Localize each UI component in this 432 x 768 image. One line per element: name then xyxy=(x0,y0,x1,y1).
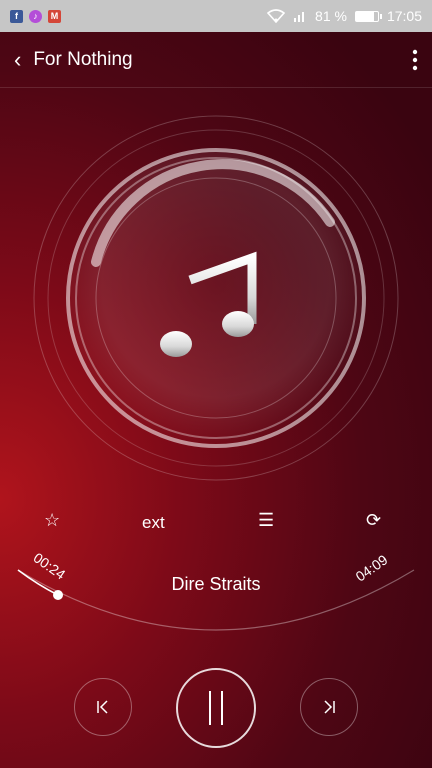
signal-icon xyxy=(294,12,305,22)
artist-name: Dire Straits xyxy=(171,574,261,594)
album-art xyxy=(30,112,402,484)
gmail-icon: M xyxy=(48,9,61,23)
status-indicators: 81 % 17:05 xyxy=(267,8,422,24)
notification-icons: f ♪ M xyxy=(10,9,61,23)
music-icon: ♪ xyxy=(29,9,42,23)
repeat-icon[interactable]: ⟳ xyxy=(366,510,381,531)
next-button[interactable] xyxy=(300,678,358,736)
back-arrow-icon[interactable]: ‹ xyxy=(14,47,21,73)
playlist-icon[interactable]: ☰ xyxy=(258,510,274,531)
lyrics-text-button[interactable]: ext xyxy=(142,513,165,533)
facebook-icon: f xyxy=(10,9,23,23)
favorite-star-icon[interactable]: ☆ xyxy=(44,510,60,531)
song-title: For Nothing xyxy=(33,48,133,70)
more-options-icon[interactable] xyxy=(412,49,418,71)
battery-level xyxy=(355,11,374,21)
pause-icon xyxy=(209,691,223,725)
progress-arc[interactable] xyxy=(0,540,432,660)
battery-percent: 81 % xyxy=(315,8,347,24)
playback-controls xyxy=(0,668,432,748)
next-icon xyxy=(324,700,335,714)
wifi-icon xyxy=(267,9,286,23)
status-bar: f ♪ M 81 % 17:05 xyxy=(0,0,432,32)
pause-button[interactable] xyxy=(176,668,256,748)
battery-icon xyxy=(354,10,382,22)
previous-icon xyxy=(97,700,108,714)
clock: 17:05 xyxy=(386,8,422,24)
previous-button[interactable] xyxy=(74,678,132,736)
action-row: ☆ ext ☰ ⟳ xyxy=(0,510,432,540)
app-bar: ‹ For Nothing xyxy=(0,32,432,88)
